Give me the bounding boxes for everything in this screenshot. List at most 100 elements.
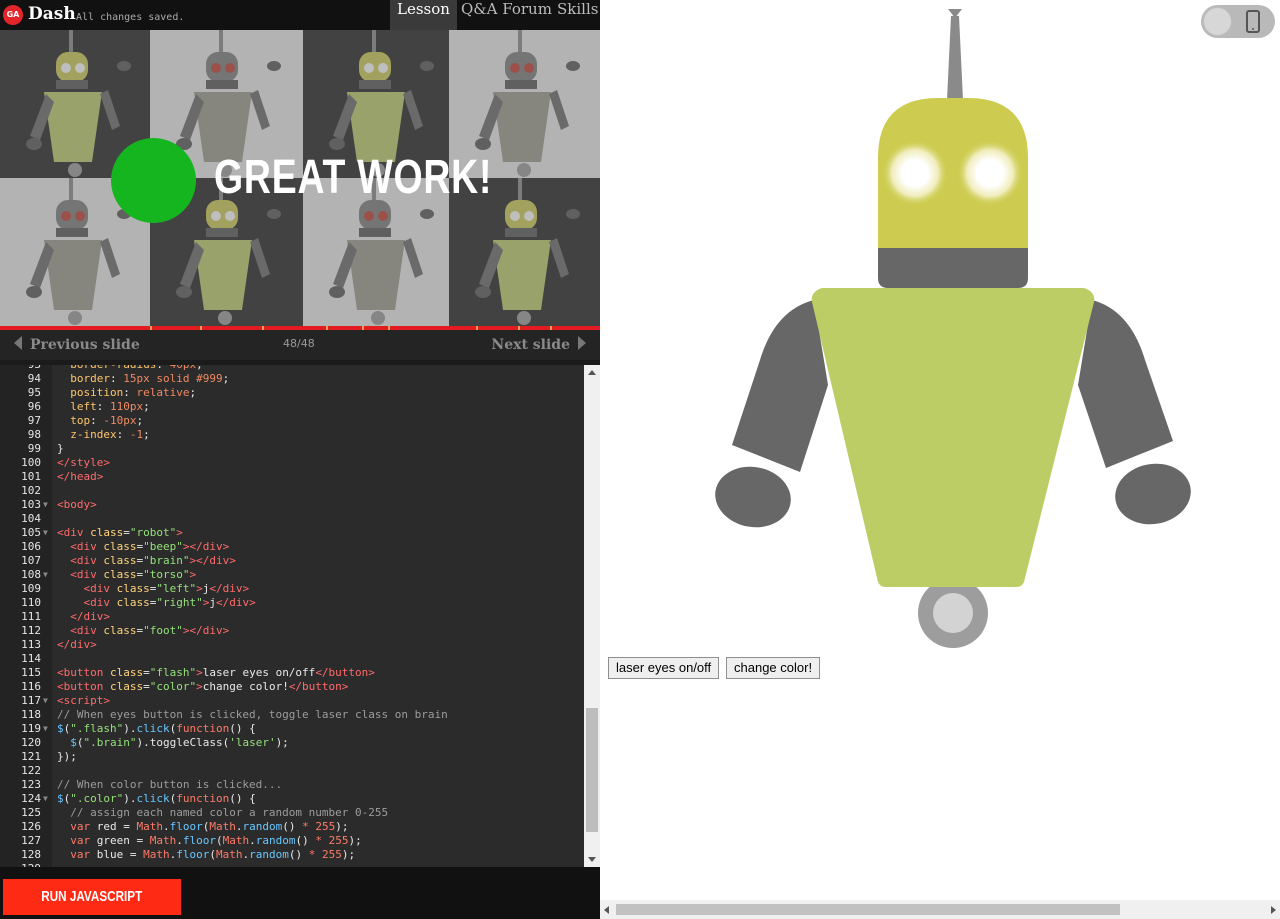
code-text: </head> [57, 470, 104, 483]
code-line[interactable]: 115 <button class="flash">laser eyes on/o… [0, 666, 585, 680]
line-number: 105 [21, 526, 41, 539]
line-number: 112 [21, 624, 41, 637]
scroll-down-icon[interactable] [588, 857, 596, 862]
code-text: $(".color").click(function() { [57, 792, 256, 805]
code-text: } [57, 442, 64, 455]
line-number: 115 [21, 666, 41, 679]
lesson-slide: GREAT WORK! [0, 30, 600, 327]
change-color-button[interactable]: change color! [726, 657, 821, 679]
fold-arrow-icon[interactable]: ▼ [43, 526, 48, 540]
code-text: <div class="left">j</div> [83, 582, 250, 595]
code-text: border-radius: 40px; [57, 365, 202, 372]
code-line[interactable]: 122 [0, 764, 585, 778]
code-line[interactable]: 100 </style> [0, 456, 585, 470]
code-line[interactable]: 98 z-index: -1; [0, 428, 585, 442]
editor-scrollbar[interactable] [584, 365, 600, 867]
tab-lesson[interactable]: Lesson [390, 0, 457, 30]
code-line[interactable]: 104 [0, 512, 585, 526]
code-line[interactable]: 109 <div class="left">j</div> [0, 582, 585, 596]
laser-eyes-button[interactable]: laser eyes on/off [608, 657, 720, 679]
code-text: border: 15px solid #999; [70, 372, 230, 385]
slide-headline: GREAT WORK! [214, 151, 493, 204]
code-line[interactable]: 117 ▼ <script> [0, 694, 585, 708]
code-text: <div class="torso"> [70, 568, 197, 581]
preview-scroll-thumb[interactable] [616, 904, 1120, 915]
next-slide-button[interactable]: Next slide [491, 336, 586, 353]
line-number: 113 [21, 638, 41, 651]
code-line[interactable]: 107 <div class="brain"></div> [0, 554, 585, 568]
code-line[interactable]: 99} [0, 442, 585, 456]
robot-torso [811, 288, 1095, 587]
code-line[interactable]: 119 ▼ $(".flash").click(function() { [0, 722, 585, 736]
code-line[interactable]: 126 var red = Math.floor(Math.random() *… [0, 820, 585, 834]
code-line[interactable]: 93 border-radius: 40px; [0, 365, 585, 372]
scroll-right-icon[interactable] [1271, 906, 1276, 914]
code-line[interactable]: 114 [0, 652, 585, 666]
code-text: <button class="color">change color!</but… [57, 680, 349, 693]
slide-counter: 48/48 [283, 337, 315, 350]
code-text: <div class="beep"></div> [70, 540, 230, 553]
code-line[interactable]: 112 <div class="foot"></div> [0, 624, 585, 638]
code-line[interactable]: 111 </div> [0, 610, 585, 624]
scroll-up-icon[interactable] [588, 370, 596, 375]
fold-arrow-icon[interactable]: ▼ [43, 694, 48, 708]
code-line[interactable]: 123 // When color button is clicked... [0, 778, 585, 792]
code-line[interactable]: 118 // When eyes button is clicked, toggl… [0, 708, 585, 722]
code-line[interactable]: 101 </head> [0, 470, 585, 484]
code-line[interactable]: 94 border: 15px solid #999; [0, 372, 585, 386]
brand-name[interactable]: Dash [28, 4, 76, 24]
code-text: <script> [57, 694, 110, 707]
code-line[interactable]: 128 var blue = Math.floor(Math.random() … [0, 848, 585, 862]
fold-arrow-icon[interactable]: ▼ [43, 792, 48, 806]
line-number: 111 [21, 610, 41, 623]
code-editor[interactable]: 93 border-radius: 40px;94 border: 15px s… [0, 365, 600, 867]
scroll-left-icon[interactable] [604, 906, 609, 914]
line-number: 103 [21, 498, 41, 511]
ga-logo-icon[interactable]: GA [3, 5, 23, 25]
line-number: 126 [21, 820, 41, 833]
code-line[interactable]: 121}); [0, 750, 585, 764]
previous-slide-label: Previous slide [30, 337, 140, 353]
line-number: 116 [21, 680, 41, 693]
code-line[interactable]: 124 ▼ $(".color").click(function() { [0, 792, 585, 806]
code-line[interactable]: 106 <div class="beep"></div> [0, 540, 585, 554]
code-line[interactable]: 110 <div class="right">j</div> [0, 596, 585, 610]
code-line[interactable]: 127 var green = Math.floor(Math.random()… [0, 834, 585, 848]
fold-arrow-icon[interactable]: ▼ [43, 498, 48, 512]
code-text: <div class="robot"> [57, 526, 183, 539]
line-number: 114 [21, 652, 41, 665]
code-text: <body> [57, 498, 97, 511]
code-text: <div class="foot"></div> [70, 624, 230, 637]
robot-left-hand [715, 466, 791, 528]
code-line[interactable]: 113 </div> [0, 638, 585, 652]
chevron-right-icon [578, 336, 586, 350]
run-javascript-button[interactable]: RUN JAVASCRIPT [3, 879, 181, 915]
line-number: 121 [21, 750, 41, 763]
code-line[interactable]: 105 ▼ <div class="robot"> [0, 526, 585, 540]
code-line[interactable]: 120 $(".brain").toggleClass('laser'); [0, 736, 585, 750]
top-bar: GA Dash All changes saved. Lesson Q&A Fo… [0, 0, 600, 30]
code-lines[interactable]: 93 border-radius: 40px;94 border: 15px s… [0, 365, 585, 867]
code-line[interactable]: 95 position: relative; [0, 386, 585, 400]
previous-slide-button[interactable]: Previous slide [14, 336, 140, 353]
editor-scroll-thumb[interactable] [586, 708, 598, 832]
preview-pane: laser eyes on/off change color! [600, 0, 1280, 919]
run-bar: RUN JAVASCRIPT [0, 867, 600, 919]
fold-arrow-icon[interactable]: ▼ [43, 568, 48, 582]
tab-skills[interactable]: Skills [550, 0, 600, 30]
code-line[interactable]: 102 [0, 484, 585, 498]
next-slide-label: Next slide [491, 337, 570, 353]
code-line[interactable]: 125 // assign each named color a random … [0, 806, 585, 820]
tab-qa-forum[interactable]: Q&A Forum [454, 0, 559, 30]
code-line[interactable]: 116 <button class="color">change color!</… [0, 680, 585, 694]
preview-horizontal-scrollbar[interactable] [600, 900, 1280, 919]
code-text: var green = Math.floor(Math.random() * 2… [70, 834, 362, 847]
code-line[interactable]: 108 ▼ <div class="torso"> [0, 568, 585, 582]
code-text: </style> [57, 456, 110, 469]
code-line[interactable]: 96 left: 110px; [0, 400, 585, 414]
fold-arrow-icon[interactable]: ▼ [43, 722, 48, 736]
code-line[interactable]: 97 top: -10px; [0, 414, 585, 428]
code-text: $(".brain").toggleClass('laser'); [70, 736, 289, 749]
code-line[interactable]: 103 ▼ <body> [0, 498, 585, 512]
robot-antenna [947, 16, 963, 100]
